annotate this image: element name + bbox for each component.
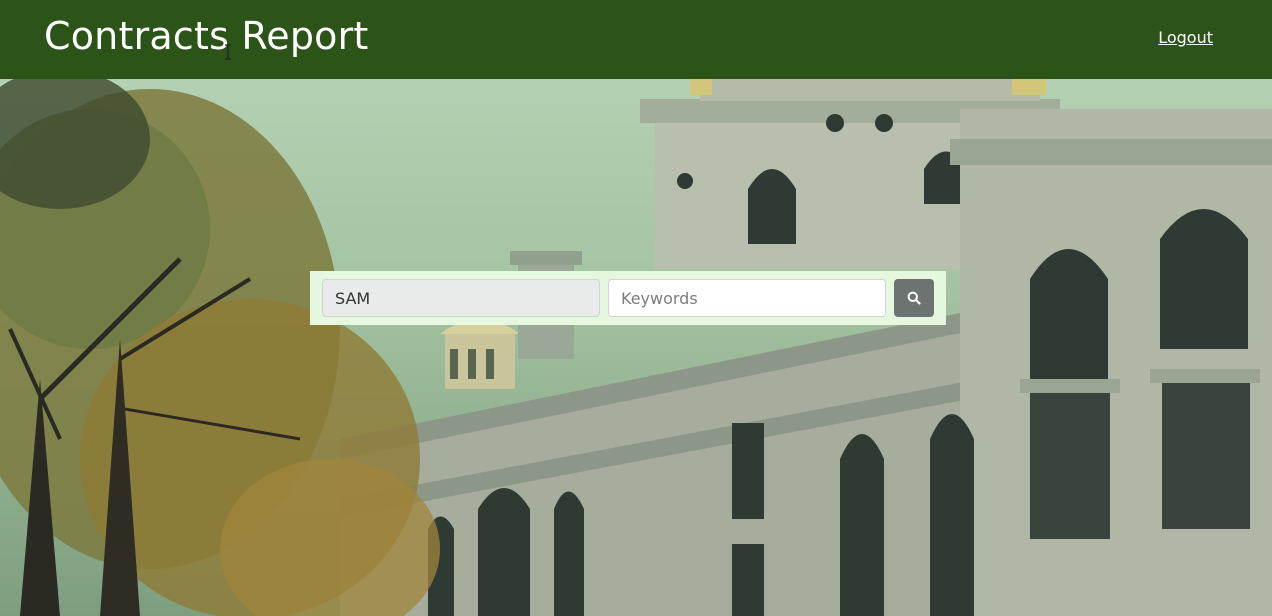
app-title[interactable]: Contracts Report — [44, 12, 369, 60]
text-cursor-icon — [225, 44, 231, 60]
background-photo — [0, 79, 1272, 616]
search-icon — [907, 291, 921, 305]
search-button[interactable] — [894, 279, 934, 317]
keywords-input[interactable] — [608, 279, 886, 317]
source-field[interactable] — [322, 279, 600, 317]
top-navbar: Contracts Report Logout — [0, 0, 1272, 79]
courthouse-illustration — [0, 79, 1272, 616]
search-panel — [310, 271, 946, 325]
logout-link[interactable]: Logout — [1158, 28, 1213, 47]
